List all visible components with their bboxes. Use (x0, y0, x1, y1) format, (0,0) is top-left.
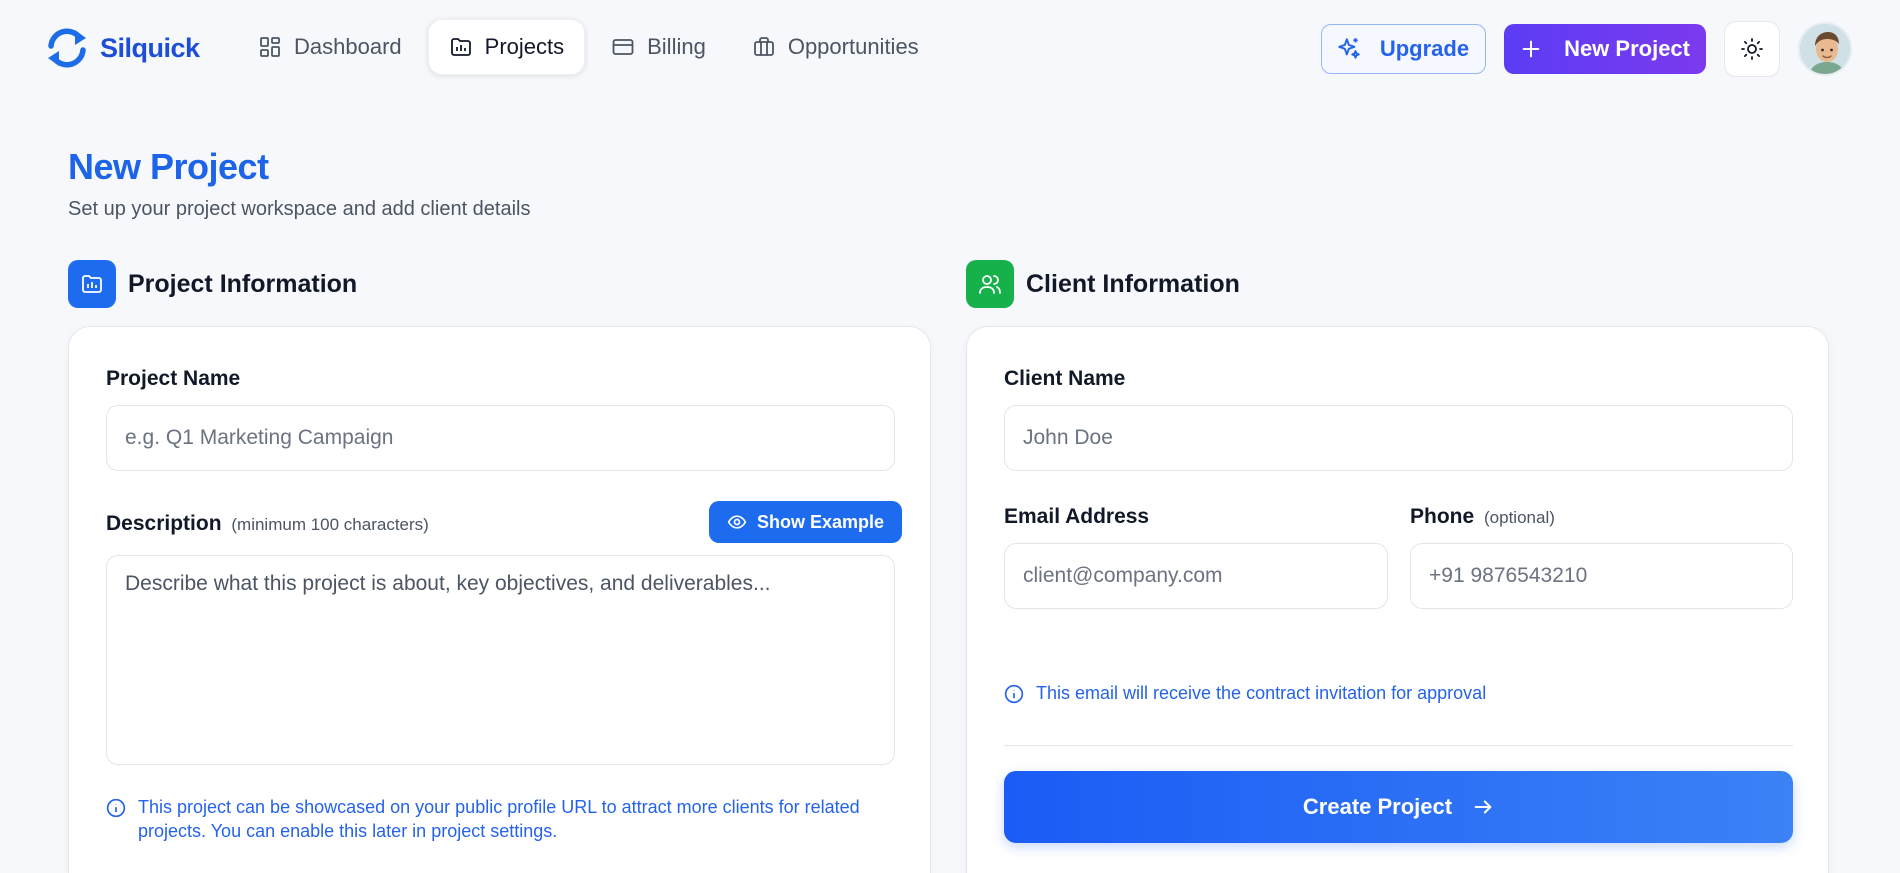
create-project-button[interactable]: Create Project (1004, 771, 1793, 843)
sun-icon (1741, 38, 1763, 60)
phone-hint: (optional) (1484, 508, 1555, 527)
nav-label: Dashboard (294, 34, 402, 59)
upgrade-button[interactable]: Upgrade (1320, 24, 1487, 74)
client-name-input[interactable] (1004, 405, 1793, 471)
description-textarea[interactable] (106, 555, 895, 765)
upgrade-label: Upgrade (1379, 36, 1470, 61)
project-section-title: Project Information (128, 269, 358, 298)
brand[interactable]: Silquick (42, 26, 200, 70)
nav-label: Projects (484, 34, 565, 59)
email-field[interactable] (1004, 543, 1388, 609)
client-section-header: Client Information (966, 260, 1240, 308)
arrow-right-icon (1474, 800, 1492, 814)
nav-item-billing[interactable]: Billing (591, 19, 726, 75)
page-title: New Project (68, 146, 269, 187)
project-information-card: Project Name Description (minimum 100 ch… (68, 326, 931, 873)
description-label-row: Description (minimum 100 characters) (106, 512, 429, 536)
email-invitation-note-text: This email will receive the contract inv… (1036, 683, 1487, 703)
top-navigation-bar: Silquick Dashboard Projects Billing Oppo… (0, 0, 1900, 96)
project-name-label: Project Name (106, 367, 241, 390)
folder-chart-icon (450, 38, 471, 56)
showcase-note: This project can be showcased on your pu… (106, 795, 895, 843)
client-information-card: Client Name Email Address Phone (optiona… (966, 326, 1829, 873)
description-hint: (minimum 100 characters) (231, 515, 429, 534)
project-section-icon-badge (68, 260, 116, 308)
avatar[interactable] (1798, 22, 1852, 76)
client-section-title: Client Information (1026, 269, 1240, 298)
brand-name: Silquick (100, 32, 200, 63)
credit-card-icon (612, 39, 634, 55)
create-project-label: Create Project (1302, 794, 1453, 819)
show-example-button[interactable]: Show Example (709, 501, 903, 543)
main-nav: Dashboard Projects Billing Opportunities (238, 19, 939, 75)
client-name-label: Client Name (1004, 367, 1126, 390)
theme-toggle-button[interactable] (1724, 21, 1780, 77)
info-icon (106, 798, 126, 818)
info-icon (1004, 684, 1024, 704)
nav-item-dashboard[interactable]: Dashboard (238, 19, 422, 75)
nav-label: Opportunities (787, 34, 919, 59)
briefcase-icon (753, 37, 774, 56)
users-icon (979, 275, 1001, 294)
nav-item-projects[interactable]: Projects (427, 19, 586, 75)
sparkles-icon (1338, 38, 1360, 59)
divider (1004, 745, 1793, 746)
description-label: Description (106, 512, 222, 535)
phone-label-row: Phone (optional) (1410, 505, 1555, 529)
folder-chart-icon (82, 275, 102, 293)
showcase-note-text: This project can be showcased on your pu… (138, 797, 860, 841)
user-avatar-icon (1800, 24, 1850, 74)
plus-icon (1522, 40, 1540, 58)
page-subtitle: Set up your project workspace and add cl… (68, 198, 531, 220)
show-example-label: Show Example (757, 511, 885, 532)
project-section-header: Project Information (68, 260, 357, 308)
phone-label: Phone (1410, 505, 1475, 528)
nav-item-opportunities[interactable]: Opportunities (732, 19, 939, 75)
nav-label: Billing (647, 34, 706, 59)
email-invitation-note: This email will receive the contract inv… (1004, 681, 1793, 705)
project-name-input[interactable] (106, 405, 895, 471)
grid-icon (260, 37, 280, 57)
client-section-icon-badge (966, 260, 1014, 308)
phone-field[interactable] (1410, 543, 1793, 609)
new-project-label: New Project (1564, 36, 1690, 61)
sync-logo-icon (48, 28, 86, 68)
top-actions: Upgrade New Project (1320, 21, 1852, 77)
eye-icon (727, 515, 747, 529)
email-label: Email Address (1004, 505, 1150, 528)
new-project-button[interactable]: New Project (1504, 24, 1706, 74)
